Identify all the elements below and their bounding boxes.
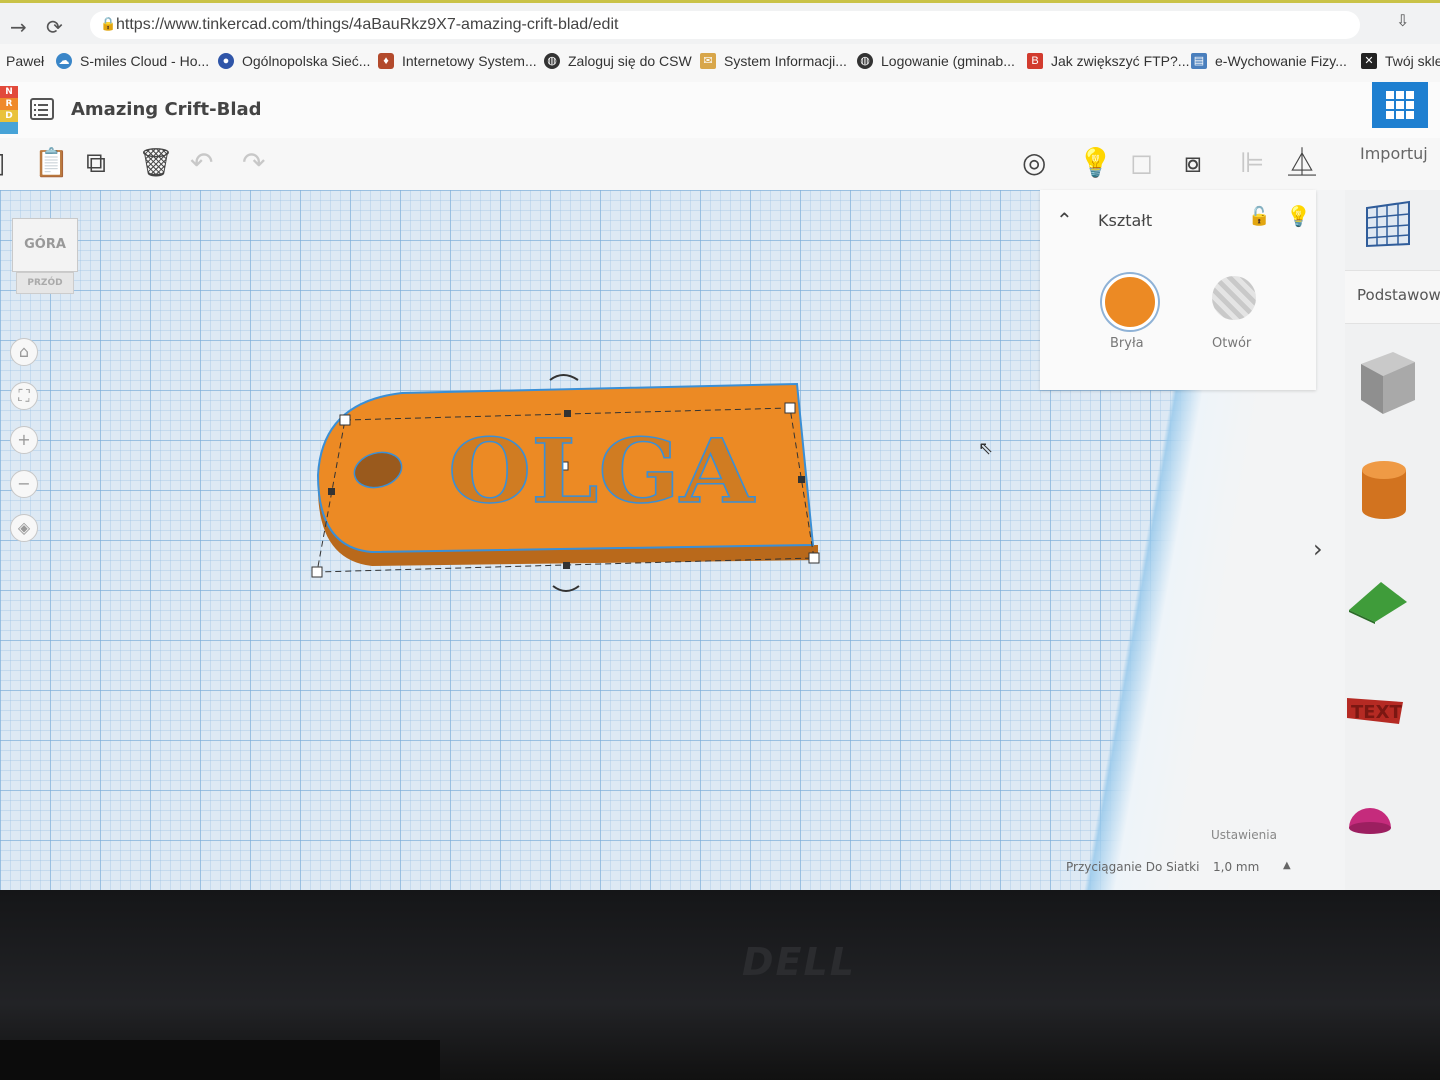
half-sphere-shape-icon[interactable] <box>1347 798 1395 838</box>
copy-icon[interactable]: ▯ <box>0 148 5 178</box>
shield-icon: ♦ <box>378 53 394 69</box>
globe-blue-icon: ● <box>218 53 234 69</box>
grid-view-button[interactable] <box>1372 82 1428 128</box>
settings-link[interactable]: Ustawienia <box>1211 828 1277 842</box>
url-text: https://www.tinkercad.com/things/4aBauRk… <box>116 16 619 33</box>
keychain-model[interactable]: OLGA <box>300 360 840 610</box>
laptop-brand-logo: DELL <box>742 940 856 984</box>
resize-handle[interactable] <box>798 476 805 483</box>
resize-handle[interactable] <box>563 562 570 569</box>
b-icon: B <box>1027 53 1043 69</box>
hole-swatch[interactable] <box>1212 276 1256 320</box>
reload-icon[interactable]: ⟳ <box>46 15 63 39</box>
bookmark-item[interactable]: ◍ Logowanie (gminab... <box>857 53 1015 69</box>
tray-icon: ▤ <box>1191 53 1207 69</box>
logo-letter <box>0 122 18 134</box>
lock-icon: 🔒 <box>100 16 117 31</box>
library-category-label: Podstawowe <box>1357 286 1440 304</box>
grid-library-icon[interactable] <box>1365 200 1411 248</box>
designs-list-icon[interactable] <box>30 98 54 120</box>
view-cube-top[interactable]: GÓRA <box>12 218 78 272</box>
desk-edge <box>0 1040 440 1080</box>
bookmark-item[interactable]: ☁ S-miles Cloud - Ho... <box>56 53 209 69</box>
inspector-title: Kształt <box>1098 211 1153 230</box>
project-title[interactable]: Amazing Crift-Blad <box>71 99 262 120</box>
import-button[interactable]: Importuj <box>1360 144 1428 163</box>
mail-icon: ✉ <box>700 53 716 69</box>
fit-view-icon[interactable]: ⛶ <box>10 382 38 410</box>
collapse-chevron-icon[interactable]: ⌃ <box>1056 208 1073 232</box>
solid-color-swatch[interactable] <box>1102 274 1158 330</box>
redo-icon[interactable]: ↷ <box>242 148 265 178</box>
forward-arrow-icon[interactable]: → <box>10 15 27 39</box>
cloud-icon: ☁ <box>56 53 72 69</box>
mouse-cursor-icon: ⇖ <box>978 438 994 459</box>
bookmark-item[interactable]: ♦ Internetowy System... <box>378 53 537 69</box>
undo-icon[interactable]: ↶ <box>190 148 213 178</box>
snap-dropdown-icon[interactable]: ▲ <box>1283 860 1291 871</box>
align-icon[interactable]: ⊫ <box>1240 148 1264 178</box>
svg-text:TEXT: TEXT <box>1351 702 1402 723</box>
app-titlebar: N R D Amazing Crift-Blad <box>0 82 1440 139</box>
rotate-handle-top[interactable] <box>549 374 579 381</box>
globe-icon: ◍ <box>544 53 560 69</box>
snap-grid-value[interactable]: 1,0 mm <box>1213 860 1259 874</box>
model-text: OLGA <box>448 419 756 523</box>
hole-label: Otwór <box>1212 336 1252 351</box>
edit-toolbar: ▯ 📋 ⧉ 🗑 ↶ ↷ ◎ 💡 ◻ ⧇ ⊫ ⏅ Importuj <box>0 138 1440 191</box>
resize-handle[interactable] <box>808 552 820 564</box>
roof-shape-icon[interactable] <box>1347 580 1409 626</box>
shape-inspector: ⌃ Kształt 🔓 💡 Bryła Otwór <box>1040 190 1316 390</box>
lightbulb-icon[interactable]: 💡 <box>1078 148 1113 178</box>
view-cube-front[interactable]: PRZÓD <box>16 272 74 294</box>
paste-icon[interactable]: 📋 <box>34 148 69 178</box>
visibility-bulb-icon[interactable]: 💡 <box>1286 204 1311 228</box>
browser-toolbar: → ⟳ 🔒 https://www.tinkercad.com/things/4… <box>0 0 1440 44</box>
ungroup-icon[interactable]: ⧇ <box>1184 148 1202 178</box>
resize-handle[interactable] <box>339 414 351 426</box>
bookmark-item[interactable]: B Jak zwiększyć FTP?... <box>1027 53 1189 69</box>
screen: → ⟳ 🔒 https://www.tinkercad.com/things/4… <box>0 0 1440 890</box>
resize-handle[interactable] <box>328 488 335 495</box>
resize-handle[interactable] <box>311 566 323 578</box>
notes-icon[interactable]: ◎ <box>1022 148 1046 178</box>
bookmark-item[interactable]: ● Ogólnopolska Sieć... <box>218 53 370 69</box>
resize-handle[interactable] <box>784 402 796 414</box>
box-shape-icon[interactable] <box>1357 350 1417 416</box>
solid-label: Bryła <box>1110 336 1144 351</box>
zoom-out-icon[interactable]: − <box>10 470 38 498</box>
logo-letter: N <box>0 86 18 98</box>
bookmark-item[interactable]: ▤ e-Wychowanie Fizy... <box>1191 53 1347 69</box>
bookmark-item[interactable]: ✉ System Informacji... <box>700 53 847 69</box>
mirror-icon[interactable]: ⏅ <box>1288 148 1316 178</box>
logo-letter: R <box>0 98 18 110</box>
delete-icon[interactable]: 🗑 <box>138 148 174 178</box>
logo-letter: D <box>0 110 18 122</box>
zoom-in-icon[interactable]: + <box>10 426 38 454</box>
snap-grid-label: Przyciąganie Do Siatki <box>1066 860 1200 874</box>
rotate-handle-bottom[interactable] <box>552 585 580 592</box>
address-bar[interactable]: 🔒 https://www.tinkercad.com/things/4aBau… <box>90 11 1360 39</box>
install-icon[interactable]: ⇩ <box>1396 11 1409 31</box>
bookmarks-bar: Paweł ☁ S-miles Cloud - Ho... ● Ogólnopols… <box>0 44 1440 83</box>
expand-library-chevron-icon[interactable]: › <box>1313 535 1323 563</box>
group-icon[interactable]: ◻ <box>1130 148 1153 178</box>
bookmark-item[interactable]: Paweł <box>6 53 44 69</box>
resize-handle[interactable] <box>564 410 571 417</box>
shape-library: Podstawowe TEXT <box>1345 190 1440 890</box>
bookmark-item[interactable]: ◍ Zaloguj się do CSW <box>544 53 692 69</box>
home-view-icon[interactable]: ⌂ <box>10 338 38 366</box>
cylinder-shape-icon[interactable] <box>1359 460 1409 522</box>
globe-icon: ◍ <box>857 53 873 69</box>
tinkercad-logo[interactable]: N R D <box>0 86 18 134</box>
lock-icon[interactable]: 🔓 <box>1248 206 1270 227</box>
text-shape-icon[interactable]: TEXT <box>1345 690 1407 730</box>
view-cube[interactable]: GÓRA PRZÓD <box>12 218 78 296</box>
perspective-icon[interactable]: ◈ <box>10 514 38 542</box>
x-icon: ✕ <box>1361 53 1377 69</box>
duplicate-icon[interactable]: ⧉ <box>86 148 106 178</box>
bookmark-item[interactable]: ✕ Twój skle <box>1361 53 1440 69</box>
